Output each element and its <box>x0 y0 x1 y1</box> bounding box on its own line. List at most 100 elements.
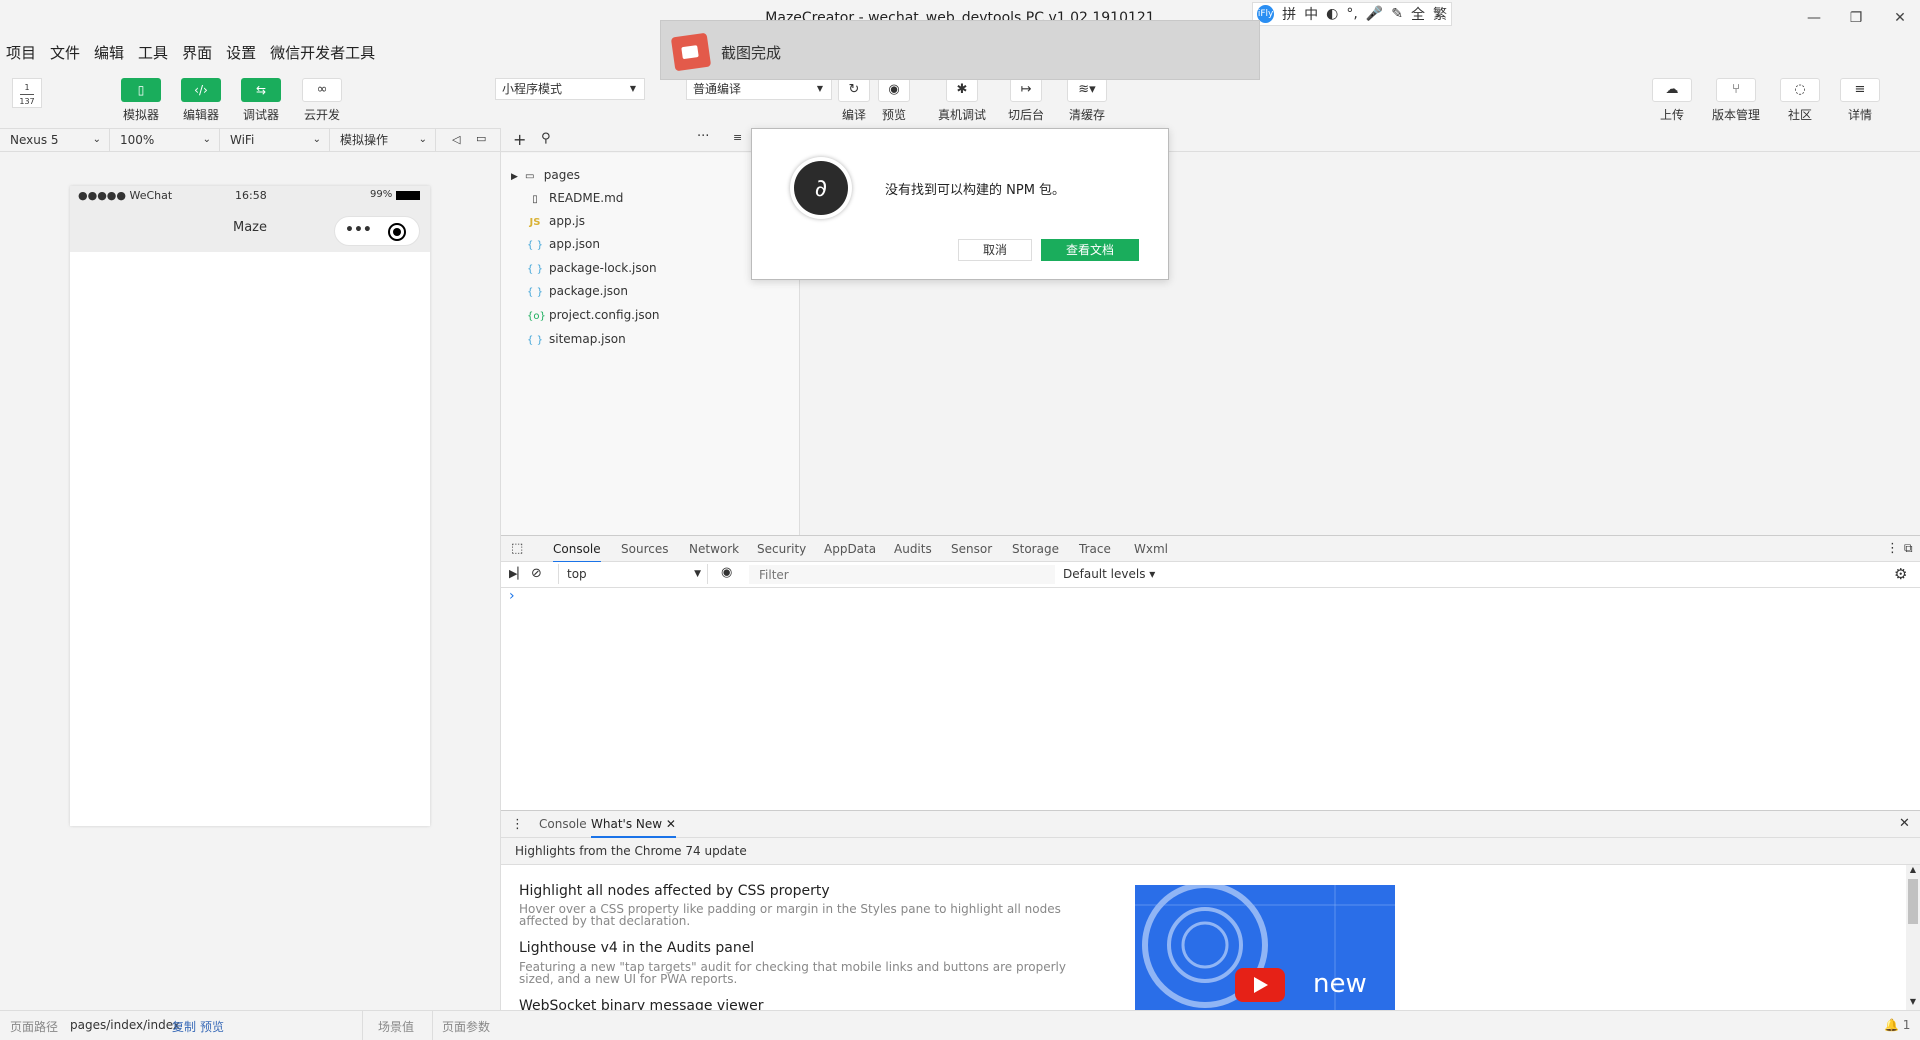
scene-button[interactable]: 场景值 <box>378 1018 414 1035</box>
background-button[interactable]: ↦ 切后台 <box>1008 78 1044 123</box>
menu-tools[interactable]: 工具 <box>138 42 168 64</box>
scroll-down-icon[interactable]: ▼ <box>1906 997 1920 1006</box>
add-icon[interactable]: + <box>513 130 526 149</box>
video-thumbnail[interactable]: new <box>1135 885 1395 1010</box>
whats-new-item-title[interactable]: WebSocket binary message viewer <box>519 998 764 1010</box>
menu-view[interactable]: 界面 <box>182 42 212 64</box>
menu-settings[interactable]: 设置 <box>226 42 256 64</box>
close-circle-icon[interactable] <box>388 223 406 241</box>
restore-button[interactable]: ❐ <box>1846 10 1866 30</box>
operation-select[interactable]: 模拟操作 ⌄ <box>330 129 436 152</box>
kebab-menu-icon[interactable]: ⋮ <box>1886 541 1899 556</box>
tab-appdata[interactable]: AppData <box>824 542 876 556</box>
scroll-thumb[interactable] <box>1908 879 1918 924</box>
tab-network[interactable]: Network <box>689 542 739 556</box>
ime-punct-icon[interactable]: °, <box>1346 6 1357 22</box>
page-params-button[interactable]: 页面参数 <box>442 1018 490 1035</box>
ime-chinese[interactable]: 中 <box>1304 4 1318 24</box>
menu-edit[interactable]: 编辑 <box>94 42 124 64</box>
copy-link[interactable]: 复制 <box>172 1018 196 1035</box>
details-button[interactable]: ≡ 详情 <box>1840 78 1880 123</box>
cancel-button[interactable]: 取消 <box>958 239 1032 261</box>
more-icon[interactable]: ··· <box>697 129 709 144</box>
cloud-button[interactable]: ∞ 云开发 <box>302 78 342 123</box>
device-bar: Nexus 5 ⌄ 100% ⌄ WiFi ⌄ 模拟操作 ⌄ ◁ ▭ <box>0 128 500 152</box>
scrollbar[interactable]: ▲ ▼ <box>1906 865 1920 1010</box>
tab-sources[interactable]: Sources <box>621 542 668 556</box>
undock-icon[interactable]: ⧉ <box>1904 541 1913 556</box>
gear-icon[interactable]: ⚙ <box>1894 565 1907 583</box>
tree-item-package-lock[interactable]: { } package-lock.json <box>527 261 657 275</box>
zoom-select[interactable]: 100% ⌄ <box>110 129 220 152</box>
console-filter-input[interactable] <box>749 565 1055 584</box>
context-select[interactable]: top ▼ <box>558 564 708 584</box>
tab-storage[interactable]: Storage <box>1012 542 1059 556</box>
collapse-icon[interactable]: ≡ <box>733 131 742 144</box>
eye-icon[interactable]: ◉ <box>721 565 732 580</box>
tree-item-app-json[interactable]: { } app.json <box>527 237 600 251</box>
more-dots-icon[interactable]: ••• <box>345 222 372 238</box>
tab-audits[interactable]: Audits <box>894 542 932 556</box>
ime-toolbar[interactable]: iFly 拼 中 ◐ °, 🎤 ✎ 全 繁 <box>1252 2 1452 26</box>
tree-item-project-config[interactable]: {o} project.config.json <box>527 308 660 322</box>
editor-button[interactable]: ‹/› 编辑器 <box>181 78 221 123</box>
scroll-up-icon[interactable]: ▲ <box>1906 865 1920 874</box>
view-docs-button[interactable]: 查看文档 <box>1041 239 1139 261</box>
close-window-button[interactable]: ✕ <box>1890 10 1910 30</box>
ime-fullwidth[interactable]: 全 <box>1411 4 1425 24</box>
tree-item-app-js[interactable]: JS app.js <box>527 214 585 228</box>
ime-traditional[interactable]: 繁 <box>1433 4 1447 24</box>
close-tab-icon[interactable]: ✕ <box>666 817 676 831</box>
ime-halfwidth-icon[interactable]: ◐ <box>1326 6 1338 22</box>
preview-link[interactable]: 预览 <box>200 1018 224 1035</box>
whats-new-item-title[interactable]: Highlight all nodes affected by CSS prop… <box>519 883 830 899</box>
simulator-button[interactable]: ▯ 模拟器 <box>121 78 161 123</box>
search-icon[interactable]: ⚲ <box>541 131 551 146</box>
tab-sensor[interactable]: Sensor <box>951 542 992 556</box>
ime-pinyin[interactable]: 拼 <box>1282 4 1296 24</box>
compile-select[interactable]: 普通编译 ▼ <box>686 78 832 100</box>
drawer-menu-icon[interactable]: ⋮ <box>511 817 524 832</box>
drawer-tab-console[interactable]: Console <box>539 817 587 831</box>
remote-debug-button[interactable]: ✱ 真机调试 <box>938 78 986 123</box>
minimize-button[interactable]: — <box>1804 10 1824 30</box>
play-button[interactable] <box>1235 968 1285 1002</box>
compile-button[interactable]: ↻ 编译 <box>838 78 870 123</box>
clear-console-icon[interactable]: ⊘ <box>531 566 542 581</box>
drawer-tab-whats-new[interactable]: What's New ✕ <box>591 817 676 838</box>
close-drawer-icon[interactable]: ✕ <box>1899 816 1910 831</box>
sidebar-toggle-icon[interactable]: ▶▏ <box>509 567 526 580</box>
tree-item-sitemap[interactable]: { } sitemap.json <box>527 332 626 346</box>
volume-icon[interactable]: ◁ <box>452 133 460 146</box>
capsule-menu[interactable]: ••• <box>334 216 420 246</box>
menu-project[interactable]: 项目 <box>6 42 36 64</box>
community-button[interactable]: ◌ 社区 <box>1780 78 1820 123</box>
log-levels-select[interactable]: Default levels ▾ <box>1063 567 1155 581</box>
tab-security[interactable]: Security <box>757 542 806 556</box>
upload-button[interactable]: ☁ 上传 <box>1652 78 1692 123</box>
debugger-button[interactable]: ⇆ 调试器 <box>241 78 281 123</box>
notification-bell[interactable]: 🔔 1 <box>1884 1018 1910 1032</box>
console-output[interactable]: › <box>501 588 1920 810</box>
tree-item-pages[interactable]: ▶ ▭ pages <box>511 168 580 182</box>
tree-item-package[interactable]: { } package.json <box>527 284 628 298</box>
clear-cache-button[interactable]: ≋▾ 清缓存 <box>1067 78 1107 123</box>
tab-wxml[interactable]: Wxml <box>1134 542 1168 556</box>
explorer-toolbar: + ⚲ ··· ≡ <box>501 128 1920 152</box>
network-select[interactable]: WiFi ⌄ <box>220 129 330 152</box>
inspect-icon[interactable]: ⬚ <box>511 541 523 556</box>
ime-handwrite-icon[interactable]: ✎ <box>1391 6 1403 22</box>
whats-new-item-title[interactable]: Lighthouse v4 in the Audits panel <box>519 940 754 956</box>
preview-button[interactable]: ◉ 预览 <box>878 78 910 123</box>
ime-mic-icon[interactable]: 🎤 <box>1366 6 1383 22</box>
menu-file[interactable]: 文件 <box>50 42 80 64</box>
mode-select[interactable]: 小程序模式 ▼ <box>495 78 645 100</box>
tree-item-readme[interactable]: ▯ README.md <box>527 191 623 205</box>
device-select[interactable]: Nexus 5 ⌄ <box>0 129 110 152</box>
phone-simulator[interactable]: ●●●●● WeChat 16:58 99% Maze ••• <box>70 186 430 826</box>
tab-trace[interactable]: Trace <box>1079 542 1111 556</box>
menu-devtools[interactable]: 微信开发者工具 <box>270 42 375 64</box>
popout-icon[interactable]: ▭ <box>476 132 486 145</box>
version-button[interactable]: ⑂ 版本管理 <box>1712 78 1760 123</box>
tab-console[interactable]: Console <box>553 542 601 563</box>
